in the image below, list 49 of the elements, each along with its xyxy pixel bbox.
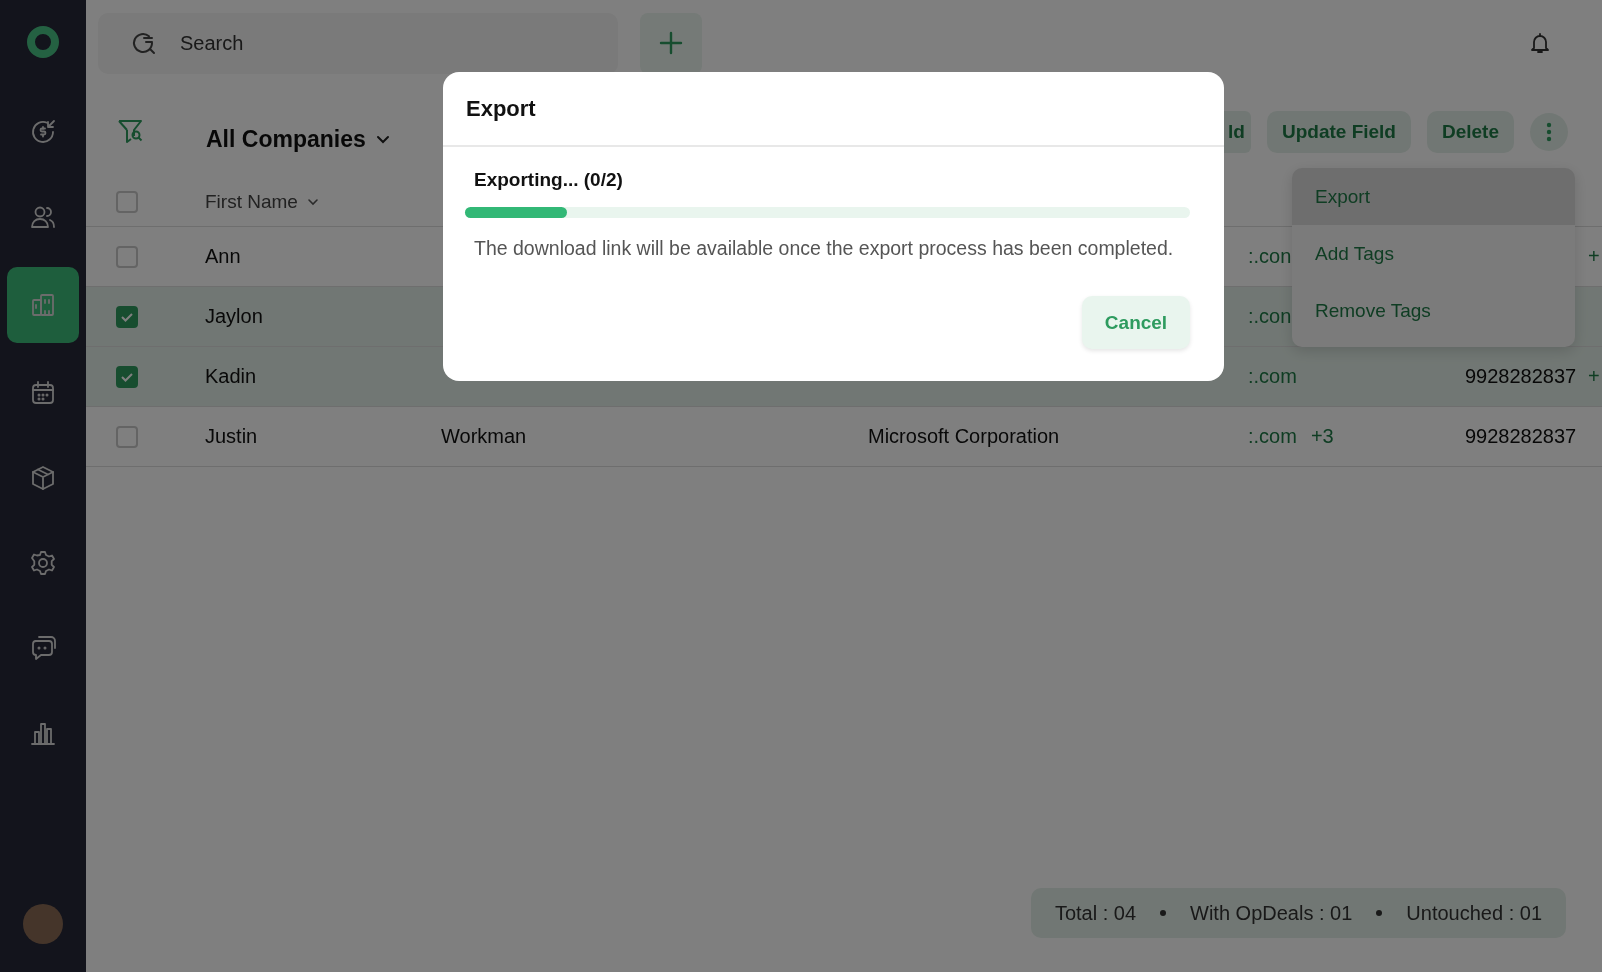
avatar[interactable] <box>23 904 63 944</box>
row-checkbox[interactable] <box>116 425 138 448</box>
table-row[interactable]: Justin Workman Microsoft Corporation :.com +3 9928282837 <box>86 407 1602 467</box>
search-field[interactable]: Search <box>98 12 618 74</box>
search-input[interactable]: Search <box>178 30 482 56</box>
vertical-dots-icon <box>1546 122 1552 142</box>
phone-cell: 9928282837 <box>1465 425 1577 447</box>
email-link[interactable]: :.com <box>1248 425 1297 448</box>
menu-item[interactable]: Export <box>1292 168 1575 225</box>
first-name-cell: Ann <box>205 245 241 267</box>
separator-dot-icon <box>1376 910 1383 916</box>
phone-more-count[interactable]: + <box>1588 245 1600 268</box>
email-link[interactable]: :.con <box>1248 305 1292 328</box>
dialog-title: Export <box>466 95 536 122</box>
toolbar-button[interactable]: Update Field <box>1266 111 1411 153</box>
first-name-cell: Kadin <box>205 365 257 387</box>
company-cell: Microsoft Corporation <box>868 425 1060 447</box>
phone-more-count[interactable]: + <box>1588 365 1600 388</box>
email-more-count[interactable]: +3 <box>1310 425 1334 448</box>
logo-icon <box>26 25 60 59</box>
email-link[interactable]: :.com <box>1248 365 1297 388</box>
select-all-checkbox[interactable] <box>116 191 138 213</box>
toolbar-button[interactable]: Delete <box>1426 111 1514 153</box>
plus-icon <box>658 30 684 56</box>
toolbar-button[interactable]: ld <box>1222 111 1251 153</box>
row-checkbox[interactable] <box>116 245 138 268</box>
menu-item[interactable]: Remove Tags <box>1292 282 1575 339</box>
view-selector[interactable]: All Companies <box>206 125 392 153</box>
more-options-button[interactable] <box>1530 113 1568 151</box>
row-checkbox[interactable] <box>116 365 138 388</box>
add-button[interactable] <box>640 12 702 74</box>
nav-companies-button[interactable] <box>7 267 79 343</box>
separator-dot-icon <box>1160 910 1167 916</box>
row-checkbox[interactable] <box>116 305 138 328</box>
first-name-cell: Justin <box>205 425 258 447</box>
phone-cell: 9928282837 <box>1465 365 1577 387</box>
menu-item[interactable]: Add Tags <box>1292 225 1575 282</box>
column-header[interactable]: First Name <box>205 191 441 213</box>
status-count: Total : 04 <box>1054 901 1137 925</box>
settings-icon <box>28 548 58 578</box>
dialog-message: The download link will be available once the export process has been completed. <box>473 237 1175 260</box>
cancel-button[interactable]: Cancel <box>1082 296 1190 349</box>
last-name-cell: Workman <box>441 425 527 447</box>
email-link[interactable]: :.con <box>1248 245 1292 268</box>
status-count: With OpDeals : 01 <box>1190 901 1353 925</box>
notification-bell-icon[interactable] <box>1528 31 1552 55</box>
status-count: Untouched : 01 <box>1406 901 1542 925</box>
export-status: Exporting... (0/2) <box>473 169 624 191</box>
first-name-cell: Jaylon <box>205 305 263 327</box>
